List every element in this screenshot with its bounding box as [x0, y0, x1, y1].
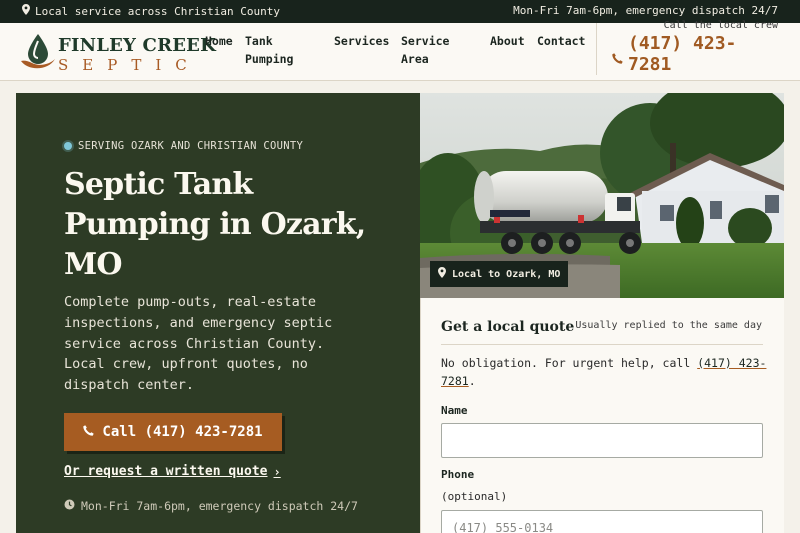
- quote-form-subtitle: Usually replied to the same day: [575, 320, 762, 331]
- hero-description: Complete pump-outs, real-estate inspecti…: [64, 294, 333, 394]
- hero-hours: Mon-Fri 7am-6pm, emergency dispatch 24/7: [64, 499, 358, 513]
- droplet-logo-icon: [20, 33, 56, 77]
- phone-optional-hint: (optional): [441, 490, 508, 503]
- site-header: FINLEY CREEK SEPTIC Home Tank Pumping Se…: [0, 20, 800, 81]
- call-label: Call the local crew: [663, 20, 778, 31]
- chevron-right-icon: ›: [273, 464, 281, 479]
- service-location: Local service across Christian County: [22, 4, 280, 18]
- brand-name: FINLEY CREEK: [58, 35, 216, 56]
- quote-form-title: Get a local quote: [441, 319, 575, 335]
- name-label: Name: [441, 404, 468, 417]
- nav-link-home[interactable]: Home: [205, 32, 233, 50]
- name-input[interactable]: [441, 423, 763, 458]
- brand-tagline: SEPTIC: [58, 56, 201, 74]
- phone-icon: [83, 424, 95, 440]
- form-divider: [441, 344, 763, 345]
- map-pin-icon: [438, 267, 446, 281]
- nav-link-services[interactable]: Services: [334, 32, 389, 50]
- hero-eyebrow-text: SERVING OZARK AND CHRISTIAN COUNTY: [78, 140, 304, 152]
- business-hours: Mon-Fri 7am-6pm, emergency dispatch 24/7: [513, 4, 778, 17]
- request-quote-link[interactable]: Or request a written quote ›: [64, 464, 281, 479]
- map-pin-icon: [22, 4, 30, 18]
- phone-label: Phone: [441, 468, 475, 481]
- photo-badge-text: Local to Ozark, MO: [452, 268, 561, 280]
- nav-link-contact[interactable]: Contact: [537, 32, 585, 50]
- header-phone-link[interactable]: (417) 423-7281: [628, 33, 778, 75]
- phone-icon: [612, 49, 623, 68]
- hero-title: Septic Tank Pumping in Ozark, MO: [64, 167, 366, 282]
- form-note-prefix: No obligation. For urgent help, call: [441, 356, 698, 370]
- hero-section: SERVING OZARK AND CHRISTIAN COUNTY Septi…: [16, 93, 420, 533]
- nav-link-tank-pumping[interactable]: Tank Pumping: [245, 32, 327, 68]
- quote-form-note: No obligation. For urgent help, call (41…: [441, 354, 771, 390]
- nav-link-about[interactable]: About: [490, 32, 525, 50]
- brand-logo[interactable]: FINLEY CREEK SEPTIC: [20, 29, 216, 77]
- nav-link-service-area[interactable]: Service Area: [401, 32, 467, 68]
- call-cta-label: Call (417) 423-7281: [102, 424, 263, 440]
- photo-location-badge: Local to Ozark, MO: [430, 261, 569, 287]
- request-quote-label: Or request a written quote: [64, 464, 268, 479]
- service-location-text: Local service across Christian County: [35, 4, 281, 18]
- status-dot-icon: [64, 142, 72, 150]
- hero-hours-text: Mon-Fri 7am-6pm, emergency dispatch 24/7: [81, 499, 358, 513]
- hero-photo: Local to Ozark, MO: [420, 93, 784, 298]
- clock-icon: [64, 499, 75, 513]
- hero-eyebrow: SERVING OZARK AND CHRISTIAN COUNTY: [64, 140, 303, 152]
- call-cta-button[interactable]: Call (417) 423-7281: [64, 413, 282, 451]
- header-divider: [596, 23, 597, 75]
- form-note-suffix: .: [468, 374, 476, 388]
- quote-form: Get a local quote Usually replied to the…: [420, 298, 784, 533]
- phone-input[interactable]: [441, 510, 763, 533]
